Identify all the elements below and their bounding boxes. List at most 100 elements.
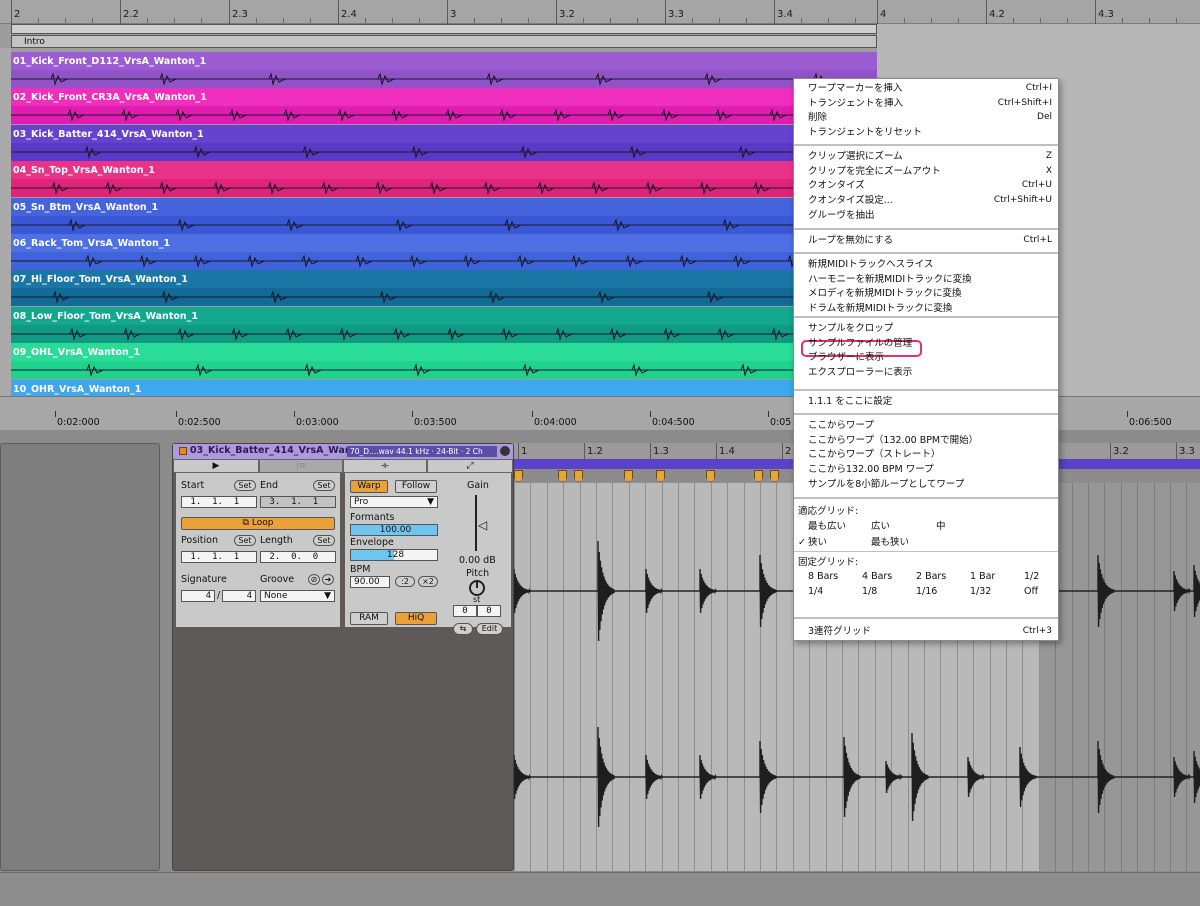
formants-slider[interactable]: 100.00 [350,524,438,536]
position-field[interactable]: 1. 1. 1 [181,551,257,563]
track-lane[interactable]: 08_Low_Floor_Tom_VrsA_Wanton_1 [11,306,877,343]
track-lane[interactable]: 01_Kick_Front_D112_VrsA_Wanton_1 [11,52,877,88]
fixed-grid-option[interactable]: 1/2 [1024,569,1039,584]
adaptive-grid-option[interactable]: 最も広い [808,519,846,534]
track-lane[interactable]: 05_Sn_Btm_VrsA_Wanton_1 [11,197,877,234]
loop-button[interactable]: ⧉ Loop [181,517,335,530]
clip-close-icon[interactable] [500,446,510,456]
gain-fader-track[interactable] [475,495,477,551]
length-set-button[interactable]: Set [313,535,335,546]
length-field[interactable]: 2. 0. 0 [260,551,336,563]
track-lane[interactable]: 02_Kick_Front_CR3A_VrsA_Wanton_1 [11,88,877,125]
ram-button[interactable]: RAM [350,612,388,625]
reverse-icon[interactable]: ⇆ [453,623,473,635]
gain-fader-handle[interactable]: ◁ [478,518,487,532]
menu-item[interactable]: クリップ選択にズーム Z [808,149,1056,164]
track-clip-title[interactable]: 09_OHL_VrsA_Wanton_1 [11,343,877,362]
adaptive-grid-option[interactable]: 最も狭い [871,535,909,550]
fixed-grid-option[interactable]: 2 Bars [916,569,946,584]
track-lane[interactable]: 03_Kick_Batter_414_VrsA_Wanton_1 [11,124,877,161]
adaptive-grid-option[interactable]: 広い [871,519,890,534]
tab-launch[interactable]: |≡ [259,459,343,473]
menu-item[interactable]: サンプルファイルの管理 [808,336,1056,351]
clip-activator[interactable] [179,447,187,455]
track-lane[interactable]: 06_Rack_Tom_VrsA_Wanton_1 [11,234,877,270]
start-field[interactable]: 1. 1. 1 [181,496,257,508]
warp-marker[interactable] [558,470,567,482]
menu-item[interactable]: ドラムを新規MIDIトラックに変換 [808,301,1056,316]
clip-name[interactable]: 03_Kick_Batter_414_VrsA_Wan [190,445,352,456]
warp-marker[interactable] [770,470,779,482]
menu-item[interactable]: トランジェントをリセット [808,125,1056,140]
end-field[interactable]: 3. 1. 1 [260,496,336,508]
groove-select[interactable]: None ▼ [260,590,335,602]
position-set-button[interactable]: Set [234,535,256,546]
track-lane[interactable]: 07_Hi_Floor_Tom_VrsA_Wanton_1 [11,270,877,307]
tab-sample[interactable]: ⟛ [343,459,427,473]
track-lane[interactable]: 09_OHL_VrsA_Wanton_1 [11,343,877,380]
menu-item[interactable]: ループを無効にする Ctrl+L [808,233,1056,248]
track-clip-title[interactable]: 06_Rack_Tom_VrsA_Wanton_1 [11,234,877,252]
adaptive-grid-option[interactable]: 狭い [808,535,827,550]
fixed-grid-option[interactable]: 1/16 [916,584,937,599]
locator-intro[interactable]: Intro [24,36,45,48]
track-clip-title[interactable]: 02_Kick_Front_CR3A_VrsA_Wanton_1 [11,88,877,107]
menu-item-triplet-grid[interactable]: 3連符グリッド Ctrl+3 [808,624,1056,639]
pitch-knob[interactable] [469,580,485,596]
warp-marker[interactable] [574,470,583,482]
track-clip-title[interactable]: 03_Kick_Batter_414_VrsA_Wanton_1 [11,124,877,143]
menu-item[interactable]: ハーモニーを新規MIDIトラックに変換 [808,272,1056,287]
menu-item[interactable]: ここからワープ（132.00 BPMで開始） [808,433,1056,448]
groove-hot-swap-icon[interactable]: ⊘ [308,574,320,585]
signature-numerator[interactable]: 4 [181,590,215,602]
envelope-slider[interactable]: 128 [350,549,438,561]
menu-item[interactable]: ここから132.00 BPM ワープ [808,462,1056,477]
menu-item[interactable]: 新規MIDIトラックへスライス [808,257,1056,272]
menu-item[interactable]: ここからワープ（ストレート） [808,447,1056,462]
arrangement-ruler[interactable]: 2 2.2 2.3 2.4 3 3.2 3.3 3.4 4 4.2 4.3 [0,0,1200,24]
menu-item[interactable]: メロディを新規MIDIトラックに変換 [808,286,1056,301]
menu-item[interactable]: サンプルを8小節ループとしてワープ [808,477,1056,492]
tab-envelopes[interactable]: ⤢ [427,459,513,473]
warp-marker[interactable] [754,470,763,482]
menu-item[interactable]: クリップを完全にズームアウト X [808,164,1056,179]
loop-brace[interactable] [11,24,877,34]
track-clip-title[interactable]: 05_Sn_Btm_VrsA_Wanton_1 [11,197,877,216]
menu-item[interactable]: 削除 Del [808,110,1056,125]
end-set-button[interactable]: Set [313,480,335,491]
menu-item[interactable]: エクスプローラーに表示 [808,365,1056,380]
warp-mode-select[interactable]: Pro ▼ [350,496,438,508]
menu-item[interactable]: クオンタイズ Ctrl+U [808,178,1056,193]
menu-item[interactable]: ここからワープ [808,418,1056,433]
fixed-grid-option[interactable]: Off [1024,584,1038,599]
fixed-grid-option[interactable]: 8 Bars [808,569,838,584]
track-clip-title[interactable]: 04_Sn_Top_VrsA_Wanton_1 [11,161,877,180]
fixed-grid-option[interactable]: 4 Bars [862,569,892,584]
start-set-button[interactable]: Set [234,480,256,491]
detune-field[interactable]: 0 [477,605,501,617]
track-clip-title[interactable]: 10_OHR_VrsA_Wanton_1 [11,379,877,398]
track-lane[interactable]: 04_Sn_Top_VrsA_Wanton_1 [11,161,877,198]
warp-marker[interactable] [624,470,633,482]
groove-commit-icon[interactable]: ➜ [322,574,334,585]
bpm-half-button[interactable]: :2 [395,576,415,587]
menu-item[interactable]: サンプルをクロップ [808,321,1056,336]
warp-marker[interactable] [514,470,523,482]
fixed-grid-option[interactable]: 1/4 [808,584,823,599]
warp-marker[interactable] [706,470,715,482]
menu-item[interactable]: グルーヴを抽出 [808,208,1056,223]
tab-clip[interactable]: ▶ [173,459,259,473]
warp-marker[interactable] [656,470,665,482]
signature-denominator[interactable]: 4 [222,590,256,602]
track-clip-title[interactable]: 07_Hi_Floor_Tom_VrsA_Wanton_1 [11,270,877,289]
track-clip-title[interactable]: 08_Low_Floor_Tom_VrsA_Wanton_1 [11,306,877,325]
menu-item[interactable]: ワープマーカーを挿入 Ctrl+I [808,81,1056,96]
fixed-grid-option[interactable]: 1 Bar [970,569,995,584]
menu-item[interactable]: ブラウザーに表示 [808,350,1056,365]
edit-button[interactable]: Edit [476,623,503,635]
menu-item[interactable]: トランジェントを挿入 Ctrl+Shift+I [808,96,1056,111]
bpm-field[interactable]: 90.00 [350,576,390,588]
follow-button[interactable]: Follow [395,480,437,493]
locator-bar[interactable]: Intro [11,35,877,48]
fixed-grid-option[interactable]: 1/8 [862,584,877,599]
